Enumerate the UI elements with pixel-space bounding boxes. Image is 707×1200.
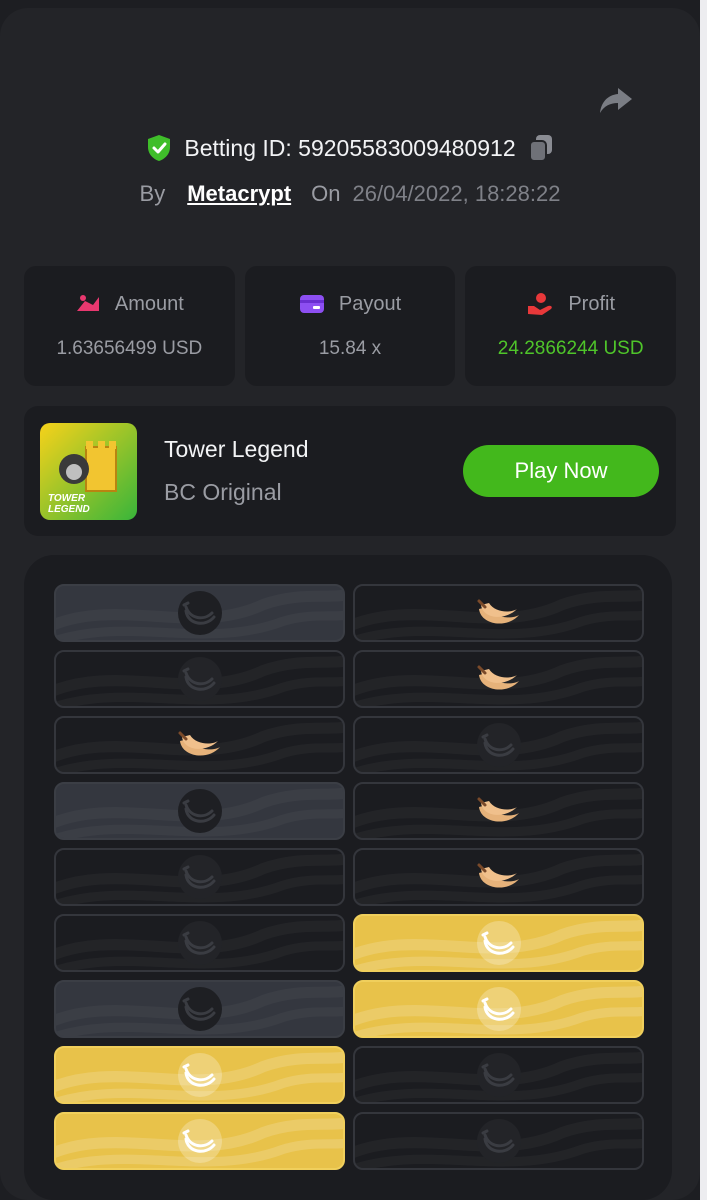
tower-tile-row3-right: [353, 716, 644, 774]
thumb-text-1: TOWER: [48, 493, 86, 504]
tower-tile-row6-right: [353, 914, 644, 972]
banana-outline-icon: [177, 789, 222, 833]
tower-tile-row4-left: [54, 782, 345, 840]
tower-tile-row2-right: [353, 650, 644, 708]
banana-gold-icon: [177, 1119, 222, 1163]
tower-tile-row9-right: [353, 1112, 644, 1170]
tower-tile-row7-left: [54, 980, 345, 1038]
game-card: TOWER LEGEND Tower Legend BC Original Pl…: [24, 406, 676, 536]
profit-card: Profit 24.2866244 USD: [465, 266, 677, 386]
tower-tile-row7-right: [353, 980, 644, 1038]
play-now-button[interactable]: Play Now: [463, 445, 659, 497]
payout-value: 15.84 x: [318, 338, 382, 359]
amount-value: 1.63656499 USD: [56, 338, 203, 359]
banana-outline-icon: [476, 1053, 521, 1097]
bet-header: Betting ID: 59205583009480912 By Metacry…: [0, 128, 700, 214]
banana-gold-icon: [476, 921, 521, 965]
amount-icon: [76, 295, 99, 311]
tower-tile-row2-left: [54, 650, 345, 708]
banana-icon: [178, 731, 220, 756]
bet-date: 26/04/2022, 18:28:22: [352, 181, 561, 206]
betting-id: Betting ID: 59205583009480912: [184, 134, 516, 161]
banana-icon: [477, 863, 519, 888]
bet-stats: Amount 1.63656499 USD Payout 15.84 x Pro…: [24, 266, 677, 386]
author-link[interactable]: Metacrypt: [187, 181, 291, 207]
amount-label: Amount: [114, 292, 184, 315]
game-thumbnail[interactable]: TOWER LEGEND: [40, 423, 137, 520]
tower-tile-row5-right: [353, 848, 644, 906]
copy-icon[interactable]: [528, 134, 554, 162]
banana-gold-icon: [177, 1053, 222, 1097]
by-label: By: [139, 181, 166, 206]
bet-detail-panel: Betting ID: 59205583009480912 By Metacry…: [0, 8, 700, 1200]
tower-tile-row8-right: [353, 1046, 644, 1104]
tower-tile-row3-left: [54, 716, 345, 774]
game-subtitle: BC Original: [164, 479, 282, 505]
game-title: Tower Legend: [164, 436, 309, 462]
banana-outline-icon: [476, 723, 521, 767]
tower-tile-row1-right: [353, 584, 644, 642]
tower-tile-row4-right: [353, 782, 644, 840]
page-edge: [700, 0, 707, 1200]
banana-outline-icon: [476, 1119, 521, 1163]
banana-outline-icon: [177, 657, 222, 701]
banana-icon: [477, 797, 519, 822]
profit-hand-icon: [528, 293, 553, 315]
banana-outline-icon: [177, 987, 222, 1031]
tower-grid: [24, 555, 672, 1200]
tower-tile-row8-left: [54, 1046, 345, 1104]
profit-value: 24.2866244 USD: [497, 338, 644, 359]
profit-label: Profit: [568, 292, 616, 315]
banana-icon: [477, 599, 519, 624]
payout-card-icon: [299, 295, 324, 313]
banana-icon: [477, 665, 519, 690]
thumb-text-2: LEGEND: [48, 504, 90, 515]
banana-outline-icon: [177, 921, 222, 965]
banana-gold-icon: [476, 987, 521, 1031]
payout-label: Payout: [338, 292, 402, 315]
on-label: On: [311, 181, 341, 206]
banana-outline-icon: [177, 855, 222, 899]
tower-tile-row5-left: [54, 848, 345, 906]
banana-outline-icon: [177, 591, 222, 635]
tower-tile-row6-left: [54, 914, 345, 972]
payout-card: Payout 15.84 x: [244, 266, 456, 386]
tower-tile-row1-left: [54, 584, 345, 642]
share-icon[interactable]: [598, 82, 634, 118]
tower-tile-row9-left: [54, 1112, 345, 1170]
verified-shield-icon: [148, 135, 171, 161]
amount-card: Amount 1.63656499 USD: [24, 266, 235, 386]
